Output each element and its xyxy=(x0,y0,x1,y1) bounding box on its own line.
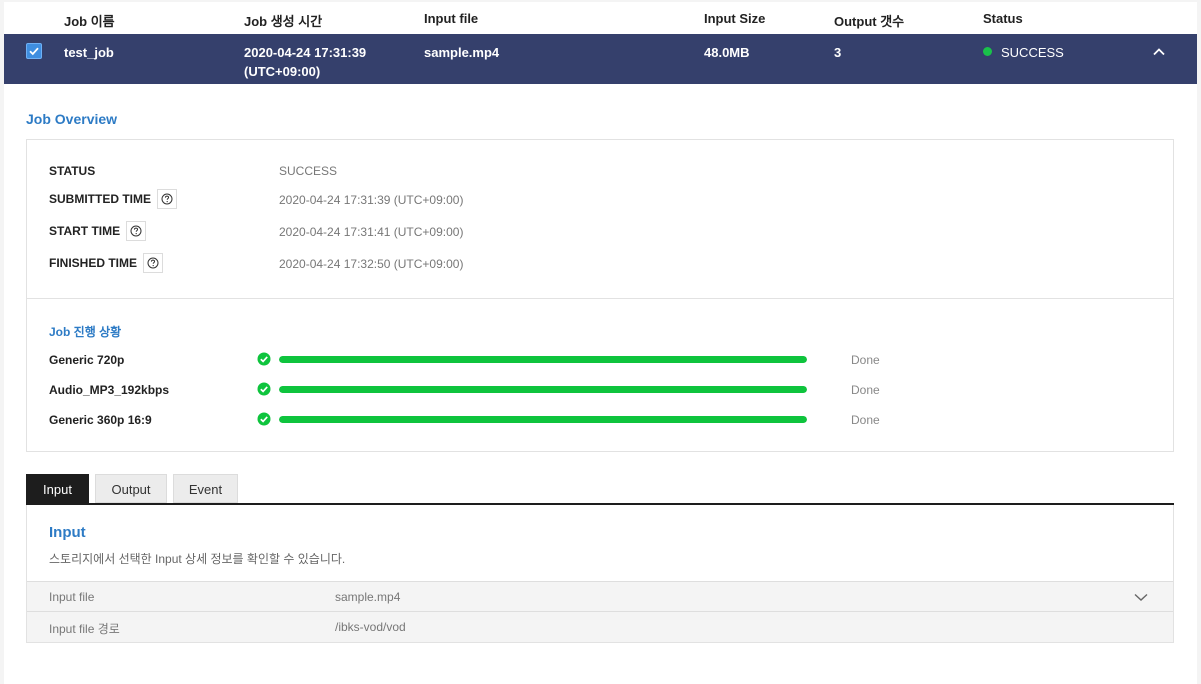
help-button-submitted[interactable] xyxy=(157,189,177,209)
finished-time-label: FINISHED TIME xyxy=(49,256,138,271)
col-input-size[interactable]: Input Size xyxy=(704,11,765,26)
status-dot-icon xyxy=(983,47,992,56)
start-time-value: 2020-04-24 17:31:41 (UTC+09:00) xyxy=(279,225,464,239)
status-label: STATUS xyxy=(49,164,96,178)
progress-fill xyxy=(279,386,807,393)
chevron-down-icon[interactable] xyxy=(1133,591,1149,603)
start-time-label: START TIME xyxy=(49,224,121,239)
col-output-count[interactable]: Output 갯수 xyxy=(834,11,904,30)
chevron-up-icon[interactable] xyxy=(1151,44,1167,60)
tab-input[interactable]: Input xyxy=(26,474,89,503)
job-input-size: 48.0MB xyxy=(704,45,750,60)
job-table-header: Job 이름 Job 생성 시간 Input file Input Size O… xyxy=(4,2,1197,34)
progress-fill xyxy=(279,356,807,363)
info-value: /ibks-vod/vod xyxy=(335,620,406,634)
job-created-date: 2020-04-24 17:31:39 xyxy=(244,45,367,60)
tab-output[interactable]: Output xyxy=(95,474,167,503)
job-row-selected[interactable]: test_job 2020-04-24 17:31:39 (UTC+09:00)… xyxy=(4,34,1197,84)
job-overview-title: Job Overview xyxy=(26,111,118,127)
info-row-input-file[interactable]: Input file sample.mp4 xyxy=(27,581,1173,612)
check-icon xyxy=(29,47,39,56)
finished-time-value: 2020-04-24 17:32:50 (UTC+09:00) xyxy=(279,257,464,271)
job-progress-title: Job 진행 상황 xyxy=(49,325,122,339)
job-input-file: sample.mp4 xyxy=(424,45,500,60)
job-overview-panel: STATUS SUCCESS SUBMITTED TIME 2020-04-24… xyxy=(26,139,1174,452)
input-panel-description: 스토리지에서 선택한 Input 상세 정보를 확인할 수 있습니다. xyxy=(49,552,346,566)
check-circle-icon xyxy=(257,352,271,366)
question-icon xyxy=(147,257,159,269)
overview-divider xyxy=(27,298,1173,299)
progress-name-1: Audio_MP3_192kbps xyxy=(49,383,170,397)
input-panel-title: Input xyxy=(49,524,86,541)
submitted-time-value: 2020-04-24 17:31:39 (UTC+09:00) xyxy=(279,193,464,207)
progress-fill xyxy=(279,416,807,423)
check-circle-icon xyxy=(257,382,271,396)
info-key: Input file 경로 xyxy=(49,622,120,636)
progress-status-0: Done xyxy=(851,353,880,367)
progress-status-2: Done xyxy=(851,413,880,427)
help-button-start[interactable] xyxy=(126,221,147,241)
submitted-time-label: SUBMITTED TIME xyxy=(49,192,151,207)
job-detail-page: Job 이름 Job 생성 시간 Input file Input Size O… xyxy=(4,2,1197,684)
job-status-text: SUCCESS xyxy=(1001,45,1064,60)
col-created-time[interactable]: Job 생성 시간 xyxy=(244,11,322,30)
progress-bar-1 xyxy=(279,386,807,393)
col-job-name[interactable]: Job 이름 xyxy=(64,11,115,30)
col-status[interactable]: Status xyxy=(983,11,1023,26)
progress-name-0: Generic 720p xyxy=(49,353,125,367)
info-value: sample.mp4 xyxy=(335,590,401,604)
question-icon xyxy=(130,225,142,237)
progress-status-1: Done xyxy=(851,383,880,397)
job-output-count: 3 xyxy=(834,45,842,60)
job-name: test_job xyxy=(64,45,114,60)
start-time-row: START TIME xyxy=(49,221,147,242)
input-panel: Input 스토리지에서 선택한 Input 상세 정보를 확인할 수 있습니다… xyxy=(26,505,1174,643)
job-status: SUCCESS xyxy=(983,43,1064,62)
info-row-input-path: Input file 경로 /ibks-vod/vod xyxy=(27,611,1173,642)
status-value: SUCCESS xyxy=(279,164,338,178)
progress-bar-2 xyxy=(279,416,807,423)
col-input-file[interactable]: Input file xyxy=(424,11,478,26)
job-created-tz: (UTC+09:00) xyxy=(244,64,321,79)
progress-bar-0 xyxy=(279,356,807,363)
info-key: Input file xyxy=(49,590,95,604)
tab-event[interactable]: Event xyxy=(173,474,238,503)
finished-time-row: FINISHED TIME xyxy=(49,253,164,274)
question-icon xyxy=(161,193,173,205)
job-created-time: 2020-04-24 17:31:39 (UTC+09:00) xyxy=(244,43,366,81)
row-checkbox[interactable] xyxy=(26,43,42,59)
check-circle-icon xyxy=(257,412,271,426)
submitted-time-row: SUBMITTED TIME xyxy=(49,189,177,210)
help-button-finished[interactable] xyxy=(143,253,164,273)
progress-name-2: Generic 360p 16:9 xyxy=(49,413,152,427)
